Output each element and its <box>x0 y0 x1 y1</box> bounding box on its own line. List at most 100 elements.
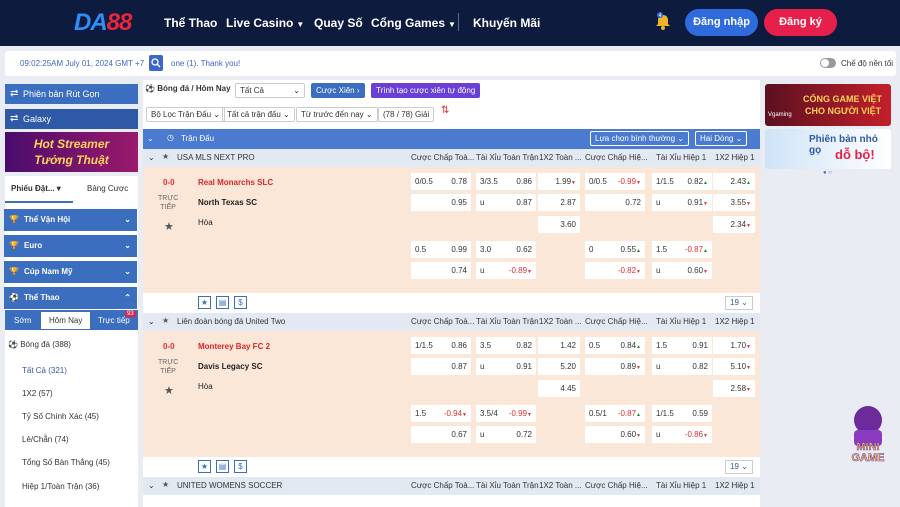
odds-cell[interactable]: 3.60 <box>538 216 580 233</box>
nav-khuyen-mai[interactable]: Khuyến Mãi <box>473 16 540 30</box>
filter-select[interactable]: Tất Cả ⌄ <box>235 83 305 98</box>
carousel-dots[interactable]: ● ○ <box>823 170 832 176</box>
dollar-icon[interactable]: $ <box>234 296 247 309</box>
league-header[interactable]: ⌄ ★ UNITED WOMENS SOCCER Cược Chấp Toà... Tà… <box>143 477 760 495</box>
hot-streamer-banner[interactable]: Hot Streamer Tưởng Thuật <box>5 132 138 172</box>
compact-version-button[interactable]: ⇄ Phiên bản Rút Gọn <box>5 84 138 104</box>
chevron-down-icon[interactable]: ⌄ <box>147 134 154 143</box>
compact-version-banner[interactable]: Phiên bản nhỏ gọ dỗ bộ! <box>765 129 891 169</box>
star-icon[interactable]: ★ <box>162 480 169 489</box>
more-bets-button[interactable]: 19 ⌄ <box>725 460 753 474</box>
sidebar-item-sports[interactable]: ⚽ Thể Thao ⌃ <box>4 287 137 309</box>
odds-cell[interactable]: 3.5 0.82 <box>476 337 536 354</box>
list-item[interactable]: Lẻ/Chẵn (74) <box>22 435 69 444</box>
register-button[interactable]: Đăng ký <box>764 9 837 36</box>
stats-icon[interactable]: ▤ <box>216 296 229 309</box>
galaxy-button[interactable]: ⇄ Galaxy <box>5 109 138 129</box>
favorite-icon[interactable]: ★ <box>198 296 211 309</box>
sort-icon[interactable]: ⇅ <box>441 105 449 116</box>
dollar-icon[interactable]: $ <box>234 460 247 473</box>
chevron-down-icon[interactable]: ⌄ <box>148 153 155 162</box>
star-icon[interactable]: ★ <box>164 220 174 233</box>
subtab-today[interactable]: Hôm Nay <box>41 312 91 329</box>
list-item[interactable]: Hiệp 1/Toàn Trận (36) <box>22 482 99 491</box>
auto-parlay-button[interactable]: Trình tạo cược xiên tự động <box>371 83 481 98</box>
tab-bet-slip[interactable]: Phiếu Đặt... ▾ <box>11 184 61 193</box>
sidebar-item-euro[interactable]: 🏆 Euro ⌄ <box>4 235 137 257</box>
vgaming-banner[interactable]: CỔNG GAME VIỆT CHO NGƯỜI VIỆT Vgaming <box>765 84 891 126</box>
odds-cell[interactable]: u 0.91 <box>476 358 536 375</box>
odds-cell[interactable]: 1.5 0.91 <box>652 337 712 354</box>
chevron-down-icon[interactable]: ⌄ <box>148 481 155 490</box>
star-icon[interactable]: ★ <box>164 384 174 397</box>
odds-cell[interactable]: 0.74 <box>411 262 471 279</box>
more-bets-button[interactable]: 19 ⌄ <box>725 296 753 310</box>
logo[interactable]: DA88 <box>74 9 132 37</box>
odds-cell[interactable]: 2.43▲ <box>713 173 755 190</box>
subtab-live[interactable]: Trực tiếp <box>98 316 130 325</box>
odds-cell[interactable]: 0/0.5 0.78 <box>411 173 471 190</box>
odds-cell[interactable]: 1/1.5 0.86 <box>411 337 471 354</box>
odds-cell[interactable]: 0/0.5 -0.99▼ <box>585 173 645 190</box>
list-item[interactable]: 1X2 (57) <box>22 389 53 398</box>
odds-cell[interactable]: 5.10▼ <box>713 358 755 375</box>
football-item[interactable]: ⚽ Bóng đá (388) <box>8 340 71 349</box>
nav-cong-games[interactable]: Cổng Games ▼ <box>371 16 456 30</box>
odds-cell[interactable]: 0.67 <box>411 426 471 443</box>
stats-icon[interactable]: ▤ <box>216 460 229 473</box>
odds-cell[interactable]: u 0.91▼ <box>652 194 712 211</box>
bell-icon[interactable]: 4 <box>655 12 671 30</box>
odds-cell[interactable]: 1.5 -0.87▲ <box>652 241 712 258</box>
sidebar-item-olympics[interactable]: 🏆 Thể Vận Hội ⌄ <box>4 209 137 231</box>
odds-cell[interactable]: 1/1.5 0.82▲ <box>652 173 712 190</box>
league-header[interactable]: ⌄ ★ Liên đoàn bóng đá United Two Cược Chấp … <box>143 313 760 331</box>
subtab-early[interactable]: Sớm <box>14 316 31 325</box>
odds-cell[interactable]: 3.55▼ <box>713 194 755 211</box>
odds-cell[interactable]: u 0.82 <box>652 358 712 375</box>
odds-type-select[interactable]: Lựa chọn bình thường ⌄ <box>590 131 689 146</box>
odds-cell[interactable]: 0.72 <box>585 194 645 211</box>
list-item[interactable]: Tất Cả (321) <box>22 366 67 375</box>
favorite-icon[interactable]: ★ <box>198 460 211 473</box>
odds-cell[interactable]: 0.5 0.99 <box>411 241 471 258</box>
odds-cell[interactable]: 0.89▼ <box>585 358 645 375</box>
star-icon[interactable]: ★ <box>162 316 169 325</box>
nav-live-casino[interactable]: Live Casino ▼ <box>226 16 304 30</box>
odds-cell[interactable]: 3/3.5 0.86 <box>476 173 536 190</box>
odds-cell[interactable]: 2.34▼ <box>713 216 755 233</box>
odds-cell[interactable]: 1.99▼ <box>538 173 580 190</box>
dark-mode-toggle[interactable] <box>820 58 836 68</box>
league-select[interactable]: (78 / 78) Giải <box>378 107 435 122</box>
odds-cell[interactable]: 0.87 <box>411 358 471 375</box>
odds-cell[interactable]: 2.58▼ <box>713 380 755 397</box>
mini-game-widget[interactable]: MINI GAME <box>842 400 894 468</box>
odds-cell[interactable]: 5.20 <box>538 358 580 375</box>
odds-cell[interactable]: 1.42 <box>538 337 580 354</box>
odds-cell[interactable]: 0.60▼ <box>585 426 645 443</box>
nav-quay-so[interactable]: Quay Số <box>314 16 363 30</box>
odds-cell[interactable]: 0 0.55▲ <box>585 241 645 258</box>
view-select[interactable]: Hai Dòng ⌄ <box>695 131 748 146</box>
time-select[interactable]: Từ trước đến nay ⌄ <box>296 107 378 122</box>
login-button[interactable]: Đăng nhập <box>685 9 758 36</box>
all-matches-select[interactable]: Tất cả trận đấu ⌄ <box>222 107 295 122</box>
odds-cell[interactable]: u 0.72 <box>476 426 536 443</box>
odds-cell[interactable]: 0.5/1 -0.87▲ <box>585 405 645 422</box>
odds-cell[interactable]: 1.70▼ <box>713 337 755 354</box>
parlay-button[interactable]: Cược Xiên › <box>311 83 365 98</box>
odds-cell[interactable]: u 0.87 <box>476 194 536 211</box>
chevron-down-icon[interactable]: ⌄ <box>148 317 155 326</box>
odds-cell[interactable]: 2.87 <box>538 194 580 211</box>
match-filter[interactable]: Bộ Lọc Trận Đấu ⌄ <box>146 107 225 122</box>
search-icon[interactable] <box>149 55 163 71</box>
odds-cell[interactable]: 3.0 0.62 <box>476 241 536 258</box>
odds-cell[interactable]: 3.5/4 -0.99▼ <box>476 405 536 422</box>
odds-cell[interactable]: 1/1.5 0.59 <box>652 405 712 422</box>
tab-bet-list[interactable]: Bảng Cược <box>87 184 128 193</box>
star-icon[interactable]: ★ <box>162 152 169 161</box>
odds-cell[interactable]: 0.95 <box>411 194 471 211</box>
odds-cell[interactable]: u -0.86▼ <box>652 426 712 443</box>
odds-cell[interactable]: u -0.89▼ <box>476 262 536 279</box>
list-item[interactable]: Tổng Số Bàn Thắng (45) <box>22 458 110 467</box>
list-item[interactable]: Tỷ Số Chính Xác (45) <box>22 412 99 421</box>
